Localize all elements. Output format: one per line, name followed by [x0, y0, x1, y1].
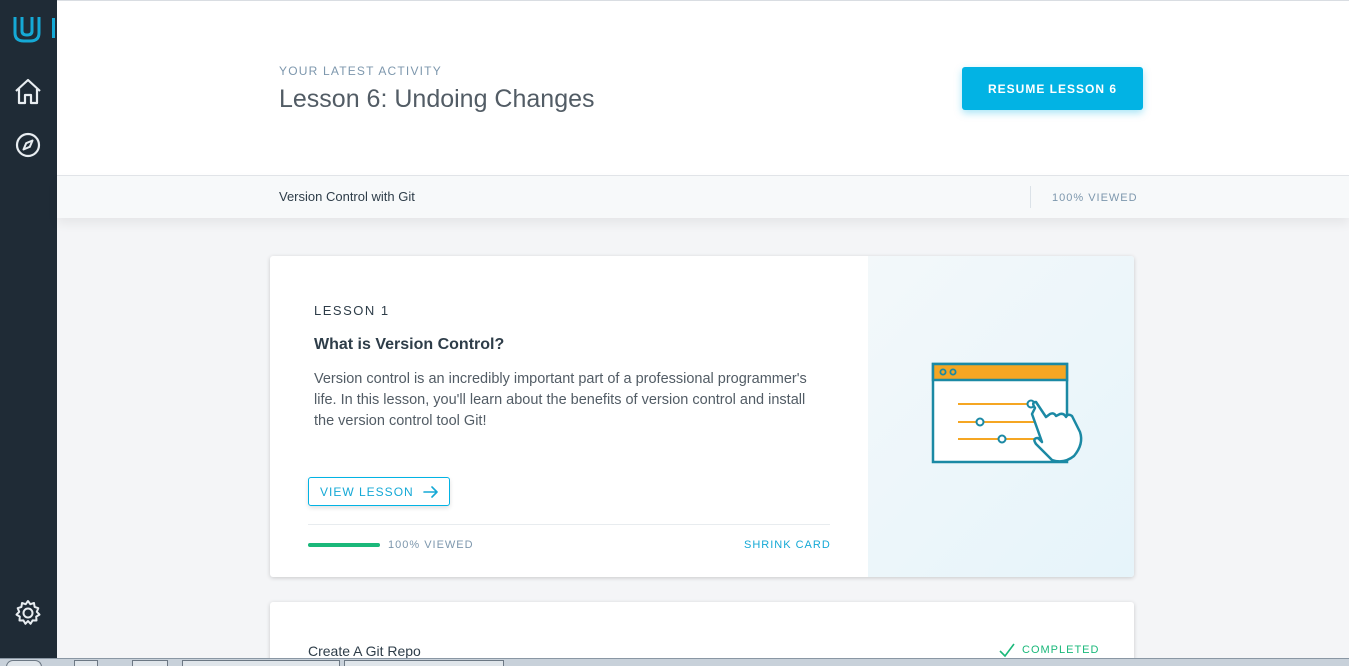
- lesson-card: LESSON 1 What is Version Control? Versio…: [270, 256, 1134, 577]
- shrink-card-link[interactable]: SHRINK CARD: [744, 539, 831, 551]
- gear-icon[interactable]: [13, 598, 43, 628]
- latest-activity-label: YOUR LATEST ACTIVITY: [279, 64, 442, 78]
- resume-lesson-button[interactable]: RESUME LESSON 6: [962, 67, 1143, 110]
- start-button[interactable]: [6, 660, 42, 666]
- completed-status: COMPLETED: [998, 642, 1099, 658]
- card-divider: [308, 524, 830, 525]
- completed-label: COMPLETED: [1022, 644, 1100, 656]
- home-icon[interactable]: [13, 77, 43, 107]
- lesson-progress-bar: [308, 543, 380, 547]
- view-lesson-label: VIEW LESSON: [320, 484, 414, 499]
- browser-slider-click-illustration: [931, 362, 1083, 464]
- course-viewed-status: 100% VIEWED: [1052, 192, 1138, 204]
- arrow-right-icon: [422, 485, 438, 498]
- lesson-title: What is Version Control?: [314, 336, 505, 353]
- taskbar-window-button[interactable]: [344, 660, 504, 666]
- lesson-viewed-status: 100% VIEWED: [388, 539, 474, 551]
- sidebar-nav: [0, 0, 57, 666]
- checkmark-icon: [999, 643, 1015, 658]
- taskbar-app-icon[interactable]: [132, 660, 168, 666]
- compass-icon[interactable]: [13, 130, 43, 160]
- next-lesson-title: Create A Git Repo: [308, 643, 421, 659]
- course-strip: Version Control with Git 100% VIEWED: [57, 175, 1349, 218]
- divider: [1030, 186, 1031, 208]
- lesson-number: LESSON 1: [314, 303, 390, 318]
- lesson-art-panel: [868, 256, 1134, 577]
- udacity-logo-icon[interactable]: [10, 13, 44, 45]
- next-lesson-card[interactable]: Create A Git Repo COMPLETED: [270, 602, 1134, 666]
- taskbar-app-icon[interactable]: [74, 660, 98, 666]
- taskbar-window-button[interactable]: [182, 660, 340, 666]
- course-name[interactable]: Version Control with Git: [279, 189, 415, 204]
- lesson-progress-fill: [308, 543, 380, 547]
- lesson-description: Version control is an incredibly importa…: [314, 371, 807, 429]
- view-lesson-button[interactable]: VIEW LESSON: [308, 477, 450, 506]
- latest-lesson-title: Lesson 6: Undoing Changes: [279, 85, 595, 113]
- os-taskbar: [0, 658, 1349, 666]
- latest-activity-header: YOUR LATEST ACTIVITY Lesson 6: Undoing C…: [57, 0, 1349, 175]
